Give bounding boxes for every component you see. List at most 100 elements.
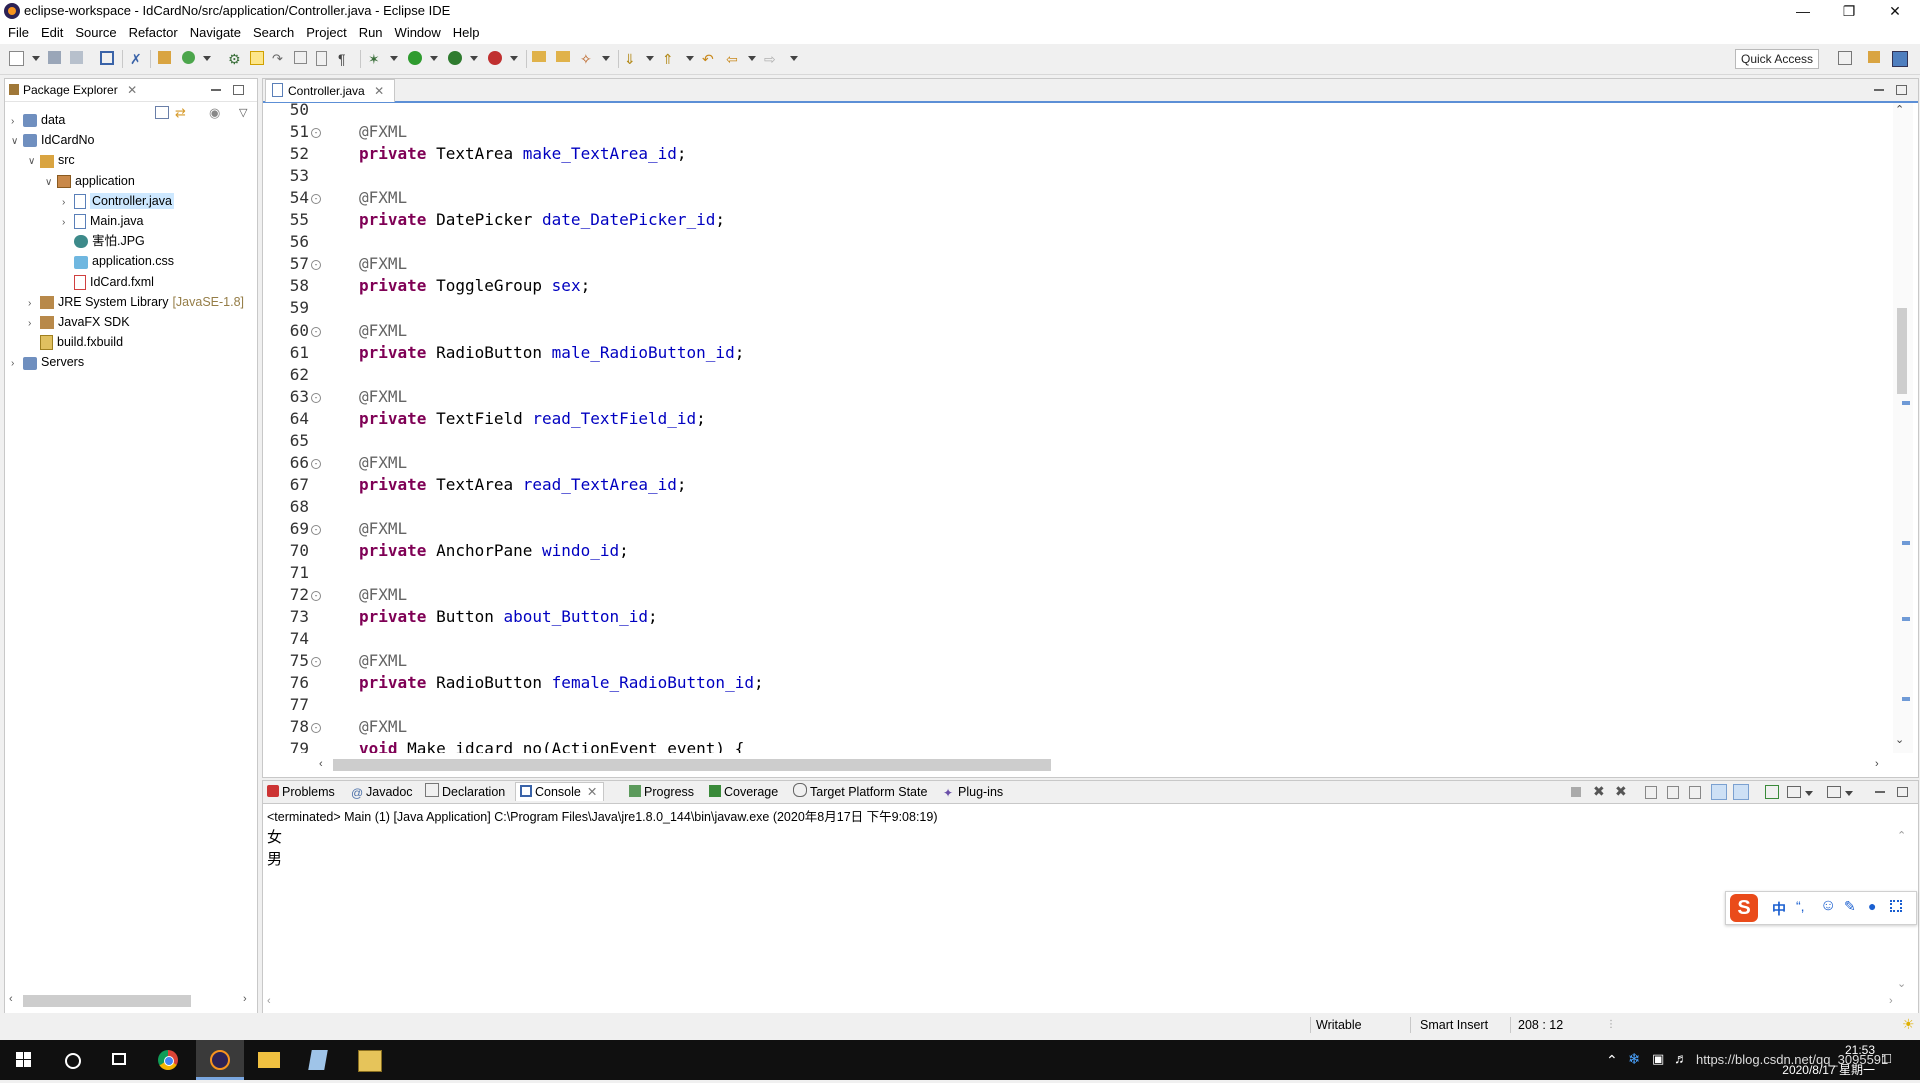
- chevron-right-icon[interactable]: ›: [62, 213, 74, 233]
- forward-dropdown-icon[interactable]: [790, 56, 798, 61]
- back-dropdown-icon[interactable]: [748, 56, 756, 61]
- ime-handwriting-icon[interactable]: ✎: [1844, 898, 1856, 915]
- search-dropdown-icon[interactable]: [602, 56, 610, 61]
- eclipse-taskbar-button[interactable]: [196, 1040, 244, 1080]
- chrome-taskbar-button[interactable]: [146, 1040, 194, 1080]
- ime-toolbox-icon[interactable]: [1890, 900, 1902, 912]
- horizontal-scrollbar-thumb[interactable]: [23, 995, 191, 1007]
- tree-item[interactable]: › data: [11, 110, 65, 130]
- file-explorer-taskbar-button[interactable]: [246, 1040, 294, 1080]
- task-view-button[interactable]: [96, 1040, 144, 1080]
- debug-dropdown-icon[interactable]: [390, 56, 398, 61]
- scroll-left-icon[interactable]: ‹: [319, 758, 323, 770]
- display-console-dropdown-icon[interactable]: [1805, 791, 1813, 796]
- open-console-icon[interactable]: [1827, 786, 1841, 798]
- menu-window[interactable]: Window: [389, 22, 447, 44]
- tip-lightbulb-icon[interactable]: ☀: [1902, 1016, 1915, 1033]
- tree-item[interactable]: › Controller.java: [62, 191, 174, 211]
- menu-source[interactable]: Source: [69, 22, 122, 44]
- scroll-left-icon[interactable]: ‹: [9, 993, 17, 1005]
- new-file-icon[interactable]: [9, 51, 24, 66]
- scroll-down-icon[interactable]: ⌄: [1897, 977, 1906, 990]
- vertical-scrollbar[interactable]: ⌃ ⌄: [1893, 103, 1913, 753]
- scroll-lock-icon[interactable]: [1667, 786, 1679, 799]
- close-button[interactable]: ✕: [1872, 0, 1918, 22]
- terminate-icon[interactable]: [1571, 787, 1581, 797]
- coverage-icon[interactable]: [448, 51, 462, 65]
- tab-coverage[interactable]: Coverage: [709, 783, 778, 801]
- java-perspective-icon[interactable]: [1892, 51, 1908, 67]
- back-icon[interactable]: ⇦: [726, 51, 742, 67]
- editor-tab-controller[interactable]: Controller.java ✕: [265, 79, 396, 102]
- remove-all-launches-icon[interactable]: ✖: [1615, 783, 1627, 800]
- scroll-down-icon[interactable]: ⌄: [1895, 733, 1904, 746]
- fold-toggle-icon[interactable]: -: [311, 723, 321, 734]
- last-edit-location-icon[interactable]: ↶: [702, 51, 718, 67]
- run-dropdown-icon[interactable]: [430, 56, 438, 61]
- quick-access-field[interactable]: Quick Access: [1735, 49, 1819, 69]
- view-filters-icon[interactable]: ◉: [209, 105, 220, 121]
- new-class-dropdown-icon[interactable]: [203, 56, 211, 61]
- tree-item[interactable]: ∨ src: [28, 150, 75, 170]
- scroll-up-icon[interactable]: ⌃: [1895, 103, 1904, 116]
- notepad-taskbar-button[interactable]: [296, 1040, 344, 1080]
- open-task-icon[interactable]: [556, 51, 570, 62]
- ime-punctuation-icon[interactable]: “,: [1796, 898, 1805, 914]
- save-all-icon[interactable]: [70, 51, 83, 64]
- tab-target-platform-state[interactable]: Target Platform State: [793, 783, 927, 801]
- previous-annotation-icon[interactable]: ⇑: [662, 51, 678, 67]
- chevron-right-icon[interactable]: ›: [28, 294, 40, 314]
- ime-toolbar[interactable]: S 中 “, ☺ ✎ ●: [1725, 891, 1917, 925]
- close-tab-icon[interactable]: ✕: [127, 83, 137, 97]
- search-icon[interactable]: ✧: [580, 51, 596, 67]
- chevron-right-icon[interactable]: ›: [28, 314, 40, 334]
- console-output[interactable]: 女 男: [267, 827, 282, 871]
- notification-center-icon[interactable]: □: [1882, 1050, 1891, 1067]
- menu-file[interactable]: File: [0, 22, 35, 44]
- skip-breakpoints-icon[interactable]: ✗: [130, 51, 146, 67]
- open-perspective-icon[interactable]: [1838, 51, 1852, 65]
- coverage-dropdown-icon[interactable]: [470, 56, 478, 61]
- pilcrow-icon[interactable]: ¶: [338, 51, 354, 67]
- clock-date[interactable]: 2020/8/17 星期一: [1760, 1061, 1875, 1078]
- clock-time[interactable]: 21:53: [1795, 1043, 1875, 1057]
- scroll-right-icon[interactable]: ›: [1875, 758, 1879, 770]
- chevron-down-icon[interactable]: ∨: [11, 132, 23, 152]
- search-taskbar-button[interactable]: [48, 1040, 96, 1080]
- minimize-view-icon[interactable]: [211, 89, 221, 91]
- fold-toggle-icon[interactable]: -: [311, 194, 321, 205]
- fold-toggle-icon[interactable]: -: [311, 260, 321, 271]
- overview-marker[interactable]: [1902, 617, 1910, 621]
- tab-javadoc[interactable]: @ Javadoc: [351, 783, 413, 801]
- debug-icon[interactable]: ✶: [368, 51, 384, 67]
- tray-expand-icon[interactable]: ⌃: [1606, 1052, 1618, 1069]
- external-tools-icon[interactable]: [488, 51, 502, 65]
- vertical-scrollbar-thumb[interactable]: [1897, 308, 1907, 394]
- tree-item[interactable]: application.css: [62, 251, 174, 271]
- pin-console-icon[interactable]: [1765, 785, 1779, 799]
- restore-button[interactable]: ❐: [1826, 0, 1872, 22]
- overview-marker[interactable]: [1902, 401, 1910, 405]
- ime-chinese-mode-icon[interactable]: 中: [1772, 899, 1786, 919]
- mark-occurrences-icon[interactable]: [250, 51, 264, 65]
- fold-toggle-icon[interactable]: -: [311, 657, 321, 668]
- image-viewer-taskbar-button[interactable]: [346, 1040, 394, 1080]
- word-wrap-icon[interactable]: [1689, 786, 1701, 799]
- show-on-stderr-icon[interactable]: [1733, 784, 1749, 800]
- fold-toggle-icon[interactable]: -: [311, 591, 321, 602]
- save-icon[interactable]: [48, 51, 61, 64]
- tab-plug-ins[interactable]: ✦ Plug-ins: [943, 783, 1003, 801]
- tray-app-icon[interactable]: ❄: [1628, 1050, 1641, 1068]
- terminal-icon[interactable]: [100, 51, 114, 65]
- chevron-right-icon[interactable]: ›: [11, 354, 23, 374]
- network-icon[interactable]: ▣: [1652, 1051, 1664, 1067]
- remove-launch-icon[interactable]: ✖: [1593, 783, 1605, 800]
- code-area[interactable]: 50 51- @FXML 52 private TextArea make_TextAr…: [263, 103, 1883, 753]
- menu-refactor[interactable]: Refactor: [123, 22, 184, 44]
- fold-toggle-icon[interactable]: -: [311, 128, 321, 139]
- minimize-editor-icon[interactable]: [1874, 89, 1884, 91]
- display-console-icon[interactable]: [1787, 786, 1801, 798]
- overview-marker[interactable]: [1902, 697, 1910, 701]
- tab-declaration[interactable]: Declaration: [425, 783, 505, 801]
- tree-item[interactable]: ∨ IdCardNo: [11, 130, 95, 150]
